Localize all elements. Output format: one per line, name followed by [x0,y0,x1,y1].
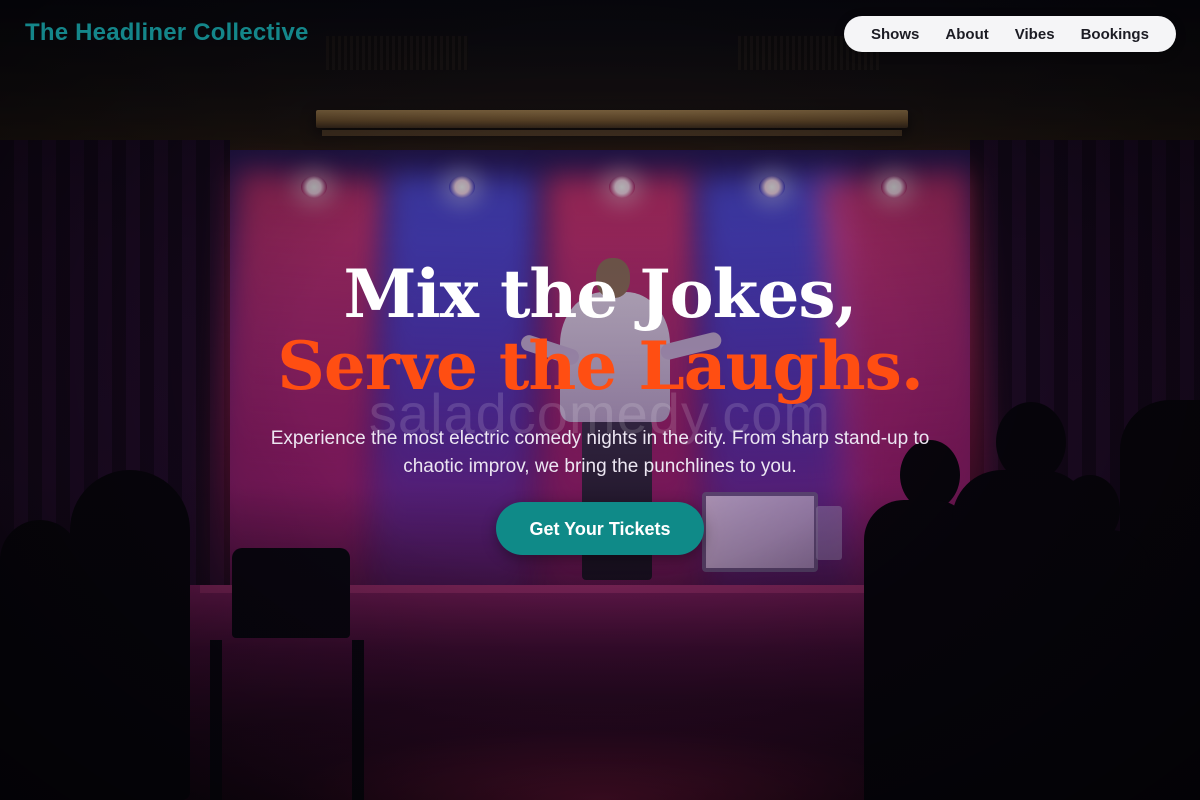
hero-subtitle: Experience the most electric comedy nigh… [270,428,930,477]
main-nav: Shows About Vibes Bookings [844,16,1176,52]
hero-section: saladcomedy.com The Headliner Collective… [0,0,1200,800]
hero-headline: Mix the Jokes, Serve the Laughs. [0,258,1200,402]
hero-content: Mix the Jokes, Serve the Laughs. Experie… [0,258,1200,555]
headline-line-1: Mix the Jokes, [343,255,857,333]
nav-link-vibes[interactable]: Vibes [1015,26,1055,43]
nav-link-about[interactable]: About [945,26,988,43]
get-tickets-button[interactable]: Get Your Tickets [496,502,704,555]
nav-link-shows[interactable]: Shows [871,26,919,43]
nav-link-bookings[interactable]: Bookings [1081,26,1149,43]
brand-logo[interactable]: The Headliner Collective [25,19,309,47]
headline-line-2: Serve the Laughs. [277,327,924,405]
